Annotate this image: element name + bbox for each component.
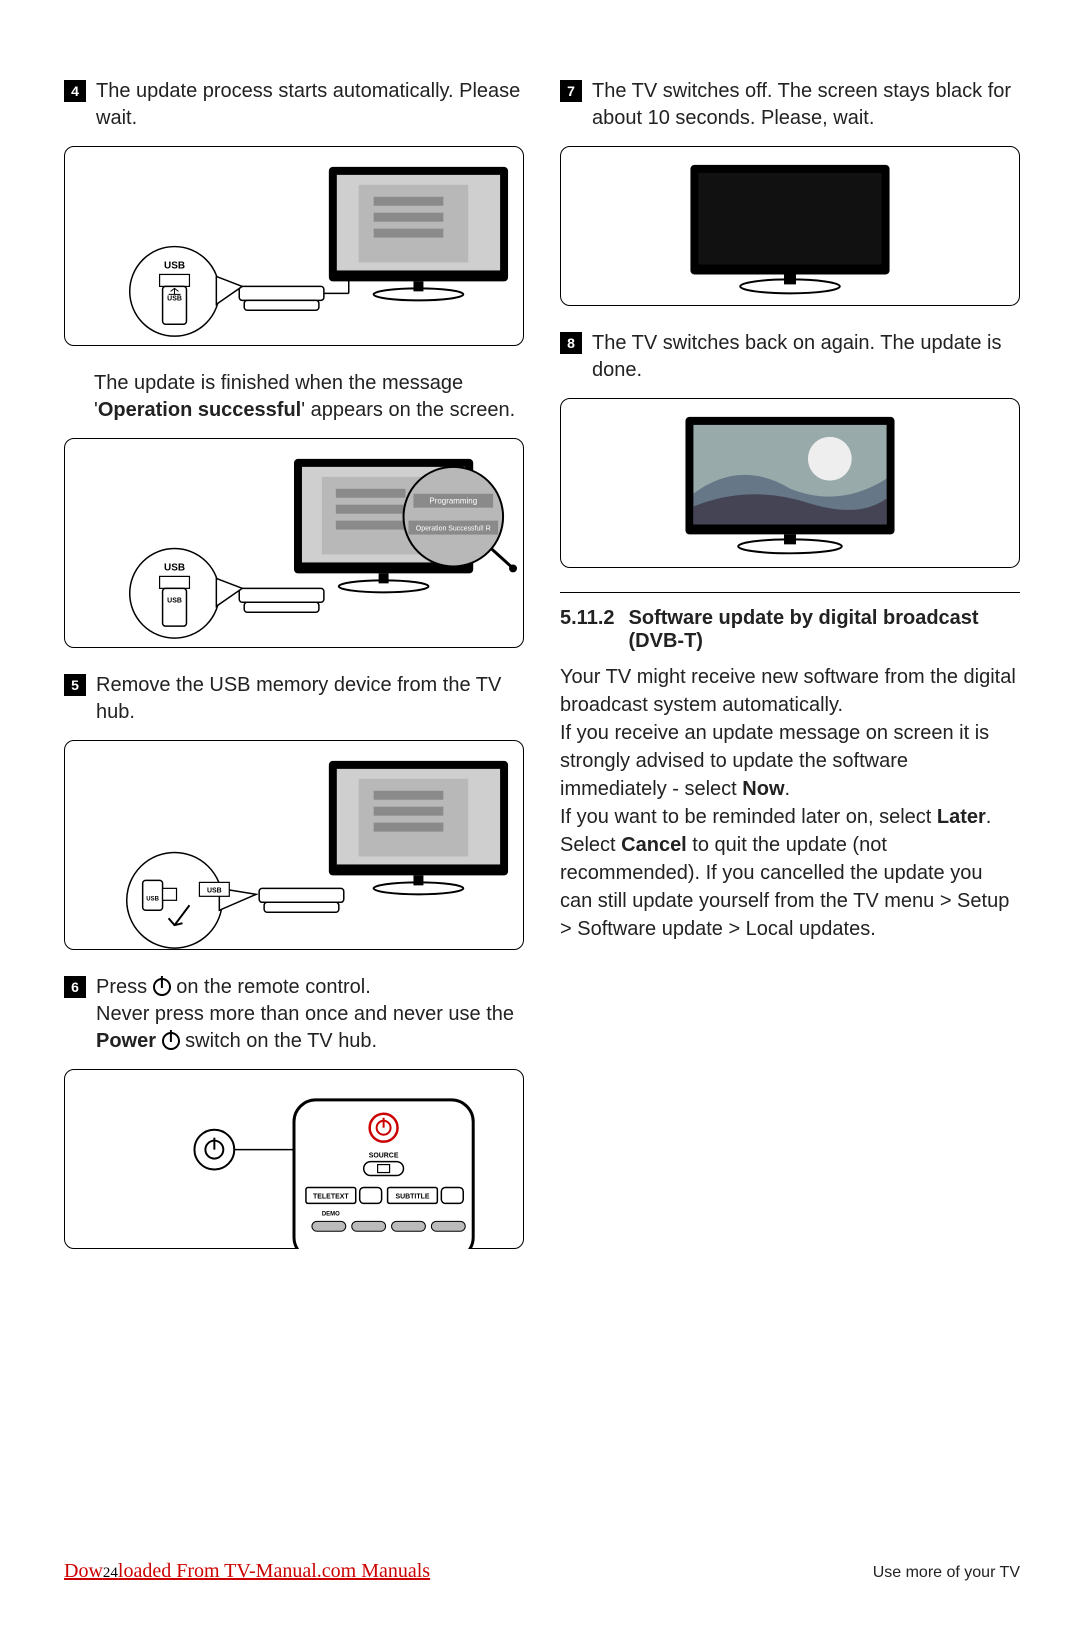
usb-stick-label: USB	[167, 295, 182, 302]
section-paragraph: If you receive an update message on scre…	[560, 719, 1020, 803]
text-part: Never press more than once and never use…	[96, 1003, 514, 1025]
figure-remove-usb: PHILIPS USB USB	[64, 740, 524, 950]
step-number-badge: 8	[560, 332, 582, 354]
power-bold: Power	[96, 1030, 156, 1052]
download-link[interactable]: Dow24loaded From TV-Manual.com Manuals	[64, 1560, 430, 1583]
brand-label: PHILIPS	[329, 462, 352, 468]
step-6: 6 Press on the remote control. Never pre…	[64, 974, 524, 1055]
section-paragraph: Select Cancel to quit the update (not re…	[560, 831, 1020, 943]
section-number: 5.11.2	[560, 607, 615, 653]
section-title: Software update by digital broadcast (DV…	[629, 607, 1020, 653]
usb-label: USB	[164, 260, 185, 271]
step-number-badge: 5	[64, 674, 86, 696]
step-text: The TV switches back on again. The updat…	[592, 330, 1020, 384]
figure-svg: PHILIPS USB USB	[65, 741, 523, 950]
step-text: Remove the USB memory device from the TV…	[96, 672, 524, 726]
section-paragraph: Your TV might receive new software from …	[560, 663, 1020, 719]
step-5: 5 Remove the USB memory device from the …	[64, 672, 524, 726]
bold-now: Now	[742, 778, 784, 800]
section-divider	[560, 592, 1020, 593]
page-number: 24	[103, 1565, 118, 1581]
step-text: Press on the remote control. Never press…	[96, 974, 524, 1055]
usb-label: USB	[164, 562, 185, 573]
step-7: 7 The TV switches off. The screen stays …	[560, 78, 1020, 132]
note-bold: Operation successful	[98, 399, 301, 421]
columns: 4 The update process starts automaticall…	[64, 78, 1020, 1273]
bold-cancel: Cancel	[621, 834, 687, 856]
section-paragraph: If you want to be reminded later on, sel…	[560, 803, 1020, 831]
power-icon	[162, 1032, 180, 1050]
step-number-badge: 6	[64, 976, 86, 998]
figure-update-running: PHILIPS USB USB	[64, 146, 524, 346]
power-icon	[153, 978, 171, 996]
teletext-label: TELETEXT	[313, 1193, 349, 1200]
figure-tv-on	[560, 398, 1020, 568]
step-text: The TV switches off. The screen stays bl…	[592, 78, 1020, 132]
figure-operation-successful: PHILIPS Programming Operation Successful…	[64, 438, 524, 648]
text-part: switch on the TV hub.	[180, 1030, 378, 1052]
text-part: Select	[560, 834, 621, 856]
step-8: 8 The TV switches back on again. The upd…	[560, 330, 1020, 384]
usb-stick-label: USB	[167, 597, 182, 604]
brand-label: PHILIPS	[364, 764, 387, 770]
subtitle-label: SUBTITLE	[395, 1193, 429, 1200]
figure-svg	[561, 399, 1019, 568]
page-label: Use more of your TV	[873, 1564, 1020, 1582]
figure-svg	[561, 147, 1019, 306]
brand-label: PHILIPS	[364, 170, 387, 176]
usb-stick-label: USB	[146, 896, 159, 902]
step-text: The update process starts automatically.…	[96, 78, 524, 132]
text-part: on the remote control.	[171, 976, 371, 998]
left-column: 4 The update process starts automaticall…	[64, 78, 524, 1273]
link-part: Dow	[64, 1560, 103, 1582]
operation-successful-note: The update is finished when the message …	[94, 370, 524, 424]
figure-svg: PHILIPS USB USB	[65, 147, 523, 346]
link-part: loaded From TV-Manual.com Manuals	[118, 1560, 430, 1582]
usb-port-label: USB	[207, 887, 222, 894]
manual-page: 4 The update process starts automaticall…	[0, 0, 1080, 1627]
magnifier-text-1: Programming	[429, 497, 477, 506]
page-footer: Dow24loaded From TV-Manual.com Manuals U…	[64, 1560, 1020, 1583]
figure-tv-off	[560, 146, 1020, 306]
step-number-badge: 4	[64, 80, 86, 102]
source-label: SOURCE	[369, 1153, 399, 1160]
figure-svg: PHILIPS Programming Operation Successful…	[65, 439, 523, 648]
magnifier-text-2: Operation Successful! R	[416, 526, 491, 533]
text-part: .	[986, 806, 992, 828]
step-4: 4 The update process starts automaticall…	[64, 78, 524, 132]
step-number-badge: 7	[560, 80, 582, 102]
note-text: ' appears on the screen.	[301, 399, 515, 421]
text-part: .	[785, 778, 791, 800]
right-column: 7 The TV switches off. The screen stays …	[560, 78, 1020, 1273]
figure-svg: SOURCE TELETEXT SUBTITLE DEMO	[65, 1070, 523, 1249]
text-part: If you want to be reminded later on, sel…	[560, 806, 937, 828]
section-heading: 5.11.2 Software update by digital broadc…	[560, 607, 1020, 653]
text-part: Press	[96, 976, 153, 998]
bold-later: Later	[937, 806, 986, 828]
figure-remote-control: SOURCE TELETEXT SUBTITLE DEMO	[64, 1069, 524, 1249]
demo-label: DEMO	[322, 1211, 340, 1217]
